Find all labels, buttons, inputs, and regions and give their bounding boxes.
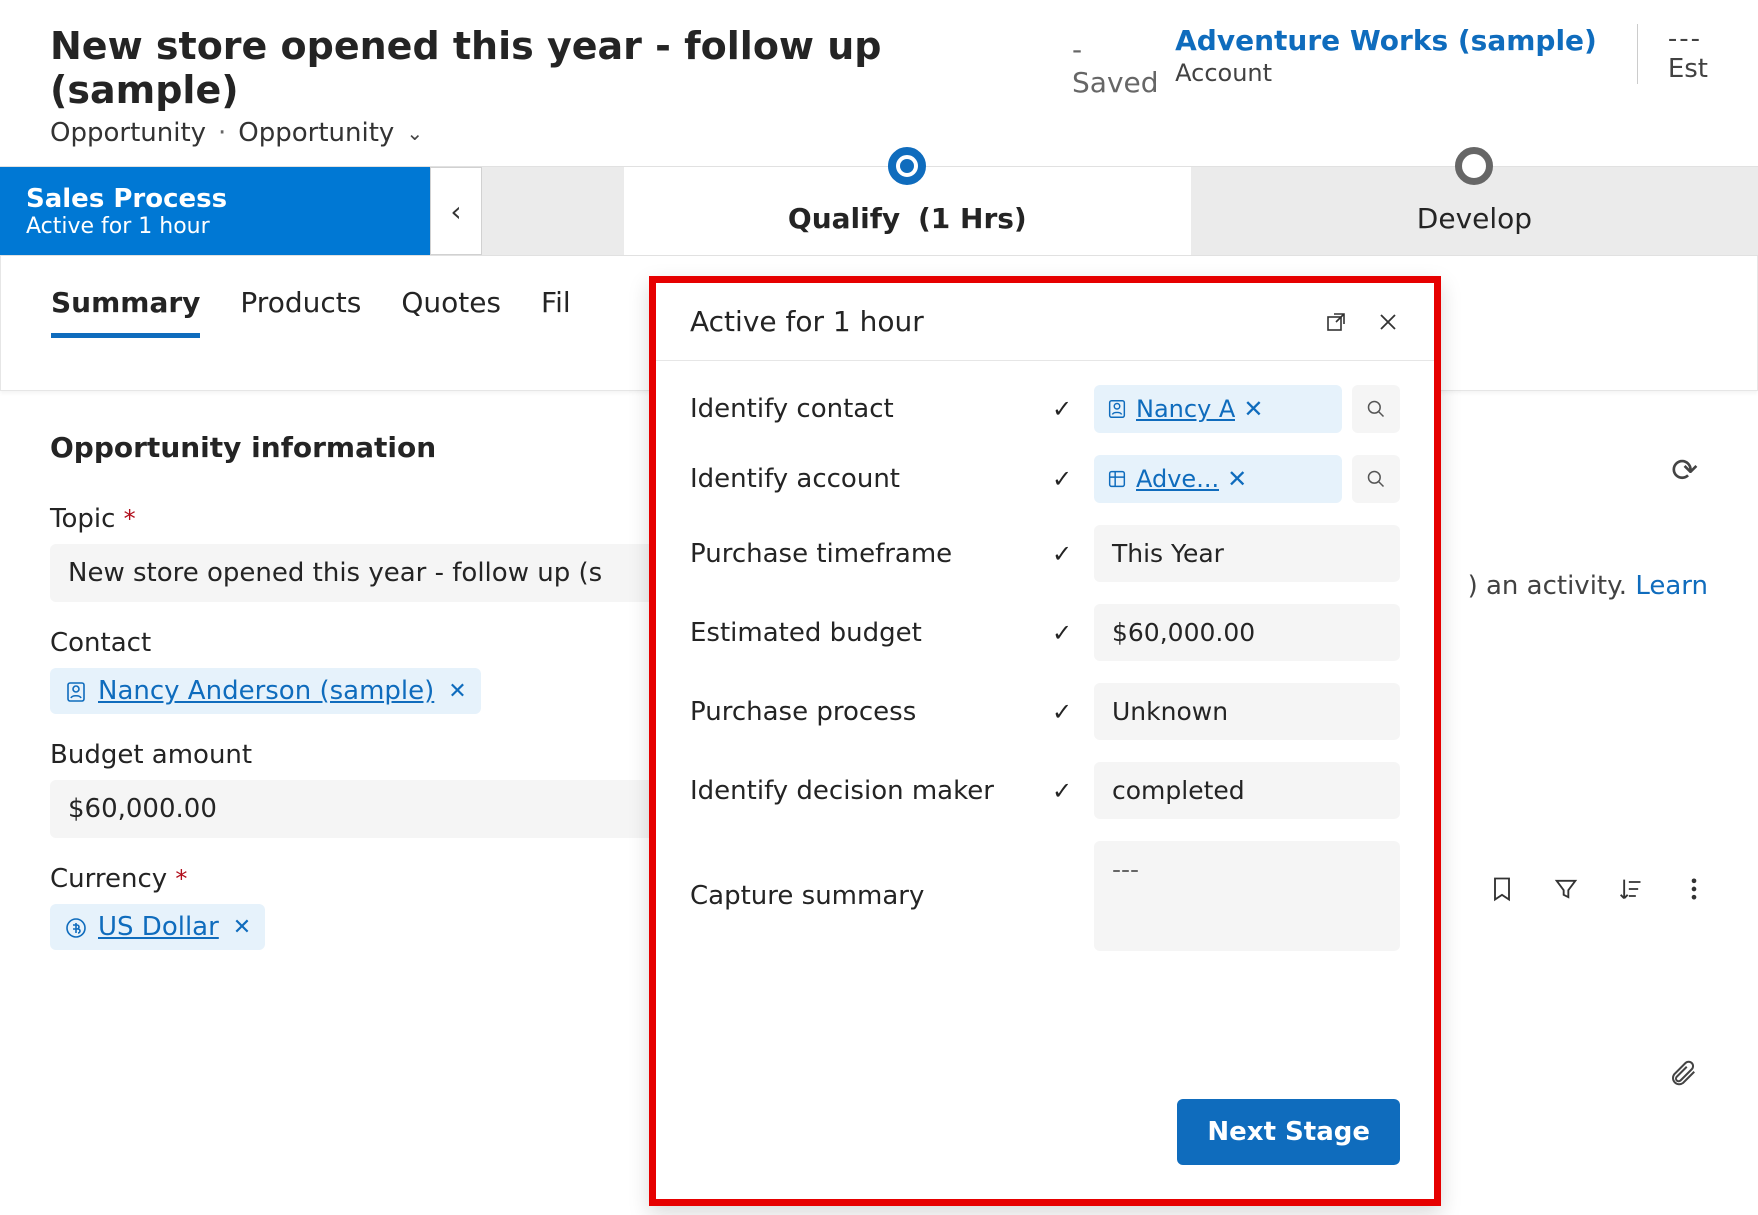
flyout-label: Estimated budget <box>690 618 1030 648</box>
contact-icon <box>64 676 88 706</box>
timeline-toolbar <box>1488 871 1708 904</box>
check-icon: ✓ <box>1044 540 1080 568</box>
activity-hint: ) an activity. Learn <box>1468 571 1708 601</box>
topic-input[interactable]: New store opened this year - follow up (… <box>50 544 690 602</box>
contact-link[interactable]: Nancy A <box>1136 395 1235 423</box>
contact-link[interactable]: Nancy Anderson (sample) <box>98 676 434 706</box>
bpf-duration: Active for 1 hour <box>26 214 340 239</box>
next-stage-button[interactable]: Next Stage <box>1177 1099 1400 1165</box>
summary-input[interactable]: --- <box>1094 841 1400 951</box>
form-selector[interactable]: Opportunity <box>238 118 394 148</box>
currency-lookup[interactable]: US Dollar ✕ <box>50 904 265 950</box>
sort-icon[interactable] <box>1616 871 1644 904</box>
flyout-label: Identify account <box>690 464 1030 494</box>
clear-icon[interactable]: ✕ <box>1243 395 1263 423</box>
field-label: Topic <box>50 504 115 534</box>
header-account-link[interactable]: Adventure Works (sample) <box>1175 24 1597 57</box>
clear-icon[interactable]: ✕ <box>1227 465 1247 493</box>
flyout-label: Identify decision maker <box>690 776 1030 806</box>
stage-duration: (1 Hrs) <box>918 202 1027 235</box>
entity-name: Opportunity <box>50 118 206 148</box>
section-title: Opportunity information <box>50 431 690 464</box>
flyout-row-identify-contact: Identify contact ✓ Nancy A ✕ <box>690 385 1400 433</box>
header-account-label: Account <box>1175 59 1597 87</box>
currency-field: Currency * US Dollar ✕ <box>50 864 690 950</box>
business-process-flow: Sales Process Active for 1 hour ‹ Qualif… <box>0 166 1758 256</box>
learn-link[interactable]: Learn <box>1635 571 1708 601</box>
account-lookup-pill[interactable]: Adve... ✕ <box>1094 455 1342 503</box>
required-indicator: * <box>175 865 187 893</box>
close-icon[interactable] <box>1376 307 1400 337</box>
flyout-label: Capture summary <box>690 881 1030 911</box>
check-icon: ✓ <box>1044 395 1080 423</box>
check-icon: ✓ <box>1044 619 1080 647</box>
tab-files-truncated[interactable]: Fil <box>541 276 571 338</box>
contact-lookup[interactable]: Nancy Anderson (sample) ✕ <box>50 668 481 714</box>
stage-label: Develop <box>1417 188 1532 235</box>
stage-inactive-icon <box>1455 147 1493 185</box>
chevron-down-icon[interactable]: ⌄ <box>406 121 423 145</box>
clear-contact-icon[interactable]: ✕ <box>448 679 466 704</box>
flyout-label: Purchase timeframe <box>690 539 1030 569</box>
flyout-label: Identify contact <box>690 394 1030 424</box>
decision-maker-input[interactable]: completed <box>1094 762 1400 819</box>
bpf-name: Sales Process <box>26 184 340 214</box>
field-label: Currency <box>50 864 167 894</box>
separator-dot: · <box>218 118 226 148</box>
header-est-label: Est <box>1668 54 1708 84</box>
tab-quotes[interactable]: Quotes <box>401 276 501 338</box>
account-icon <box>1106 468 1128 490</box>
flyout-label: Purchase process <box>690 697 1030 727</box>
bpf-stage-develop[interactable]: Develop <box>1191 167 1758 255</box>
header-est-value: --- <box>1668 24 1708 54</box>
stage-active-icon <box>888 147 926 185</box>
search-icon[interactable] <box>1352 385 1400 433</box>
required-indicator: * <box>124 505 136 533</box>
flyout-row-purchase-process: Purchase process ✓ Unknown <box>690 683 1400 740</box>
filter-icon[interactable] <box>1552 871 1580 904</box>
refresh-icon[interactable]: ⟳ <box>1671 451 1698 489</box>
bpf-stage-qualify[interactable]: Qualify (1 Hrs) <box>624 167 1191 255</box>
check-icon: ✓ <box>1044 777 1080 805</box>
record-header: New store opened this year - follow up (… <box>0 0 1758 148</box>
contact-lookup-pill[interactable]: Nancy A ✕ <box>1094 385 1342 433</box>
bookmark-icon[interactable] <box>1488 871 1516 904</box>
budget-field: Budget amount $60,000.00 <box>50 740 690 838</box>
flyout-title: Active for 1 hour <box>690 305 924 338</box>
tab-products[interactable]: Products <box>240 276 361 338</box>
bpf-title-block: Sales Process Active for 1 hour <box>0 167 430 255</box>
saved-indicator: - Saved <box>1072 33 1175 99</box>
process-input[interactable]: Unknown <box>1094 683 1400 740</box>
budget-input[interactable]: $60,000.00 <box>1094 604 1400 661</box>
currency-link[interactable]: US Dollar <box>98 912 219 942</box>
bpf-collapse-button[interactable]: ‹ <box>430 167 482 255</box>
flyout-row-decision-maker: Identify decision maker ✓ completed <box>690 762 1400 819</box>
more-icon[interactable] <box>1680 871 1708 904</box>
page-title: New store opened this year - follow up (… <box>50 24 1060 112</box>
currency-icon <box>64 912 88 942</box>
account-link[interactable]: Adve... <box>1136 465 1219 493</box>
contact-icon <box>1106 398 1128 420</box>
flyout-row-purchase-timeframe: Purchase timeframe ✓ This Year <box>690 525 1400 582</box>
attachment-icon[interactable] <box>1668 1051 1698 1091</box>
popout-icon[interactable] <box>1324 307 1348 337</box>
check-icon: ✓ <box>1044 698 1080 726</box>
flyout-body: Identify contact ✓ Nancy A ✕ Identify ac… <box>656 361 1434 997</box>
topic-field: Topic * New store opened this year - fol… <box>50 504 690 602</box>
contact-field: Contact Nancy Anderson (sample) ✕ <box>50 628 690 714</box>
stage-label: Qualify <box>788 202 900 235</box>
field-label: Contact <box>50 628 690 658</box>
flyout-row-estimated-budget: Estimated budget ✓ $60,000.00 <box>690 604 1400 661</box>
timeframe-input[interactable]: This Year <box>1094 525 1400 582</box>
clear-currency-icon[interactable]: ✕ <box>233 915 251 940</box>
flyout-row-identify-account: Identify account ✓ Adve... ✕ <box>690 455 1400 503</box>
tab-summary[interactable]: Summary <box>51 276 200 338</box>
field-label: Budget amount <box>50 740 690 770</box>
search-icon[interactable] <box>1352 455 1400 503</box>
budget-input[interactable]: $60,000.00 <box>50 780 690 838</box>
chevron-left-icon: ‹ <box>450 195 461 228</box>
check-icon: ✓ <box>1044 465 1080 493</box>
stage-flyout: Active for 1 hour Identify contact ✓ Nan… <box>649 276 1441 1206</box>
flyout-row-capture-summary: Capture summary --- <box>690 841 1400 951</box>
